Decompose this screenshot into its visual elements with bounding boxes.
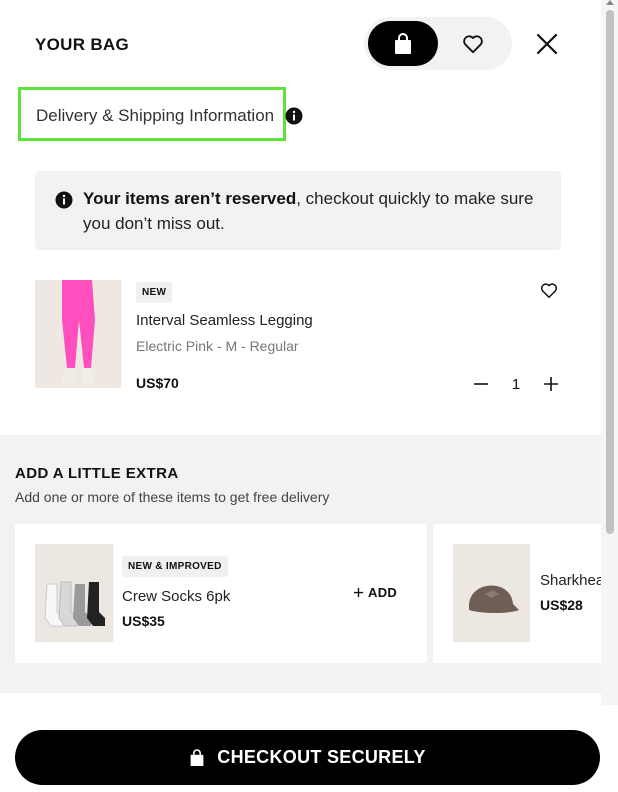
bag-tab[interactable] bbox=[368, 21, 438, 66]
decrease-quantity-button[interactable] bbox=[471, 374, 491, 394]
upsell-card[interactable]: NEW & IMPROVED Crew Socks 6pk US$35 ADD bbox=[15, 524, 427, 663]
minus-icon bbox=[474, 383, 488, 385]
close-icon bbox=[536, 33, 558, 55]
shopping-bag-icon bbox=[395, 32, 411, 54]
bag-item: NEW Interval Seamless Legging Electric P… bbox=[35, 280, 561, 393]
card-product-name[interactable]: Crew Socks 6pk bbox=[122, 588, 230, 605]
page-title: YOUR BAG bbox=[35, 35, 130, 54]
bag-wishlist-toggle bbox=[364, 17, 512, 70]
cap-image bbox=[453, 544, 530, 642]
new-improved-badge: NEW & IMPROVED bbox=[122, 556, 228, 577]
new-badge: NEW bbox=[136, 282, 173, 303]
reservation-notice: Your items aren’t reserved, checkout qui… bbox=[35, 171, 561, 250]
upsell-card[interactable]: Sharkhead Cap US$28 bbox=[433, 524, 601, 663]
increase-quantity-button[interactable] bbox=[541, 374, 561, 394]
product-variant: Electric Pink - M - Regular bbox=[136, 338, 299, 354]
add-to-wishlist-button[interactable] bbox=[540, 282, 560, 302]
shopping-bag-icon bbox=[190, 748, 204, 766]
product-image[interactable] bbox=[35, 544, 113, 642]
plus-icon bbox=[353, 587, 364, 598]
scroll-up-arrow[interactable] bbox=[606, 0, 614, 5]
add-to-bag-button[interactable]: ADD bbox=[353, 585, 397, 600]
product-price: US$70 bbox=[136, 375, 179, 391]
product-image[interactable] bbox=[35, 280, 121, 388]
product-name[interactable]: Interval Seamless Legging bbox=[136, 312, 313, 329]
card-product-price: US$28 bbox=[540, 597, 583, 613]
wishlist-tab[interactable] bbox=[450, 21, 495, 66]
new-badge-wrap: NEW bbox=[136, 282, 173, 303]
scrollbar[interactable] bbox=[601, 0, 618, 705]
checkout-label: CHECKOUT SECURELY bbox=[217, 747, 426, 767]
heart-icon bbox=[540, 283, 558, 298]
legging-image bbox=[35, 280, 121, 388]
upsell-subtitle: Add one or more of these items to get fr… bbox=[15, 489, 330, 505]
quantity-value: 1 bbox=[511, 376, 521, 393]
scrollbar-thumb[interactable] bbox=[606, 10, 614, 534]
upsell-section: ADD A LITTLE EXTRA Add one or more of th… bbox=[0, 435, 601, 693]
upsell-title: ADD A LITTLE EXTRA bbox=[15, 465, 179, 482]
card-product-name[interactable]: Sharkhead Cap bbox=[540, 572, 601, 589]
plus-icon bbox=[544, 377, 558, 391]
add-label: ADD bbox=[368, 585, 398, 600]
delivery-shipping-link[interactable]: Delivery & Shipping Information bbox=[18, 87, 286, 141]
socks-image bbox=[35, 544, 113, 642]
close-button[interactable] bbox=[533, 30, 561, 58]
card-badge-wrap: NEW & IMPROVED bbox=[122, 556, 228, 577]
heart-icon bbox=[462, 34, 483, 53]
info-icon[interactable] bbox=[285, 107, 303, 125]
bag-header: YOUR BAG bbox=[0, 0, 600, 90]
notice-bold-text: Your items aren’t reserved bbox=[83, 189, 297, 208]
card-product-price: US$35 bbox=[122, 613, 165, 629]
info-icon bbox=[55, 191, 73, 209]
checkout-button[interactable]: CHECKOUT SECURELY bbox=[15, 730, 600, 785]
notice-text: Your items aren’t reserved, checkout qui… bbox=[83, 186, 553, 236]
product-image[interactable] bbox=[453, 544, 530, 642]
